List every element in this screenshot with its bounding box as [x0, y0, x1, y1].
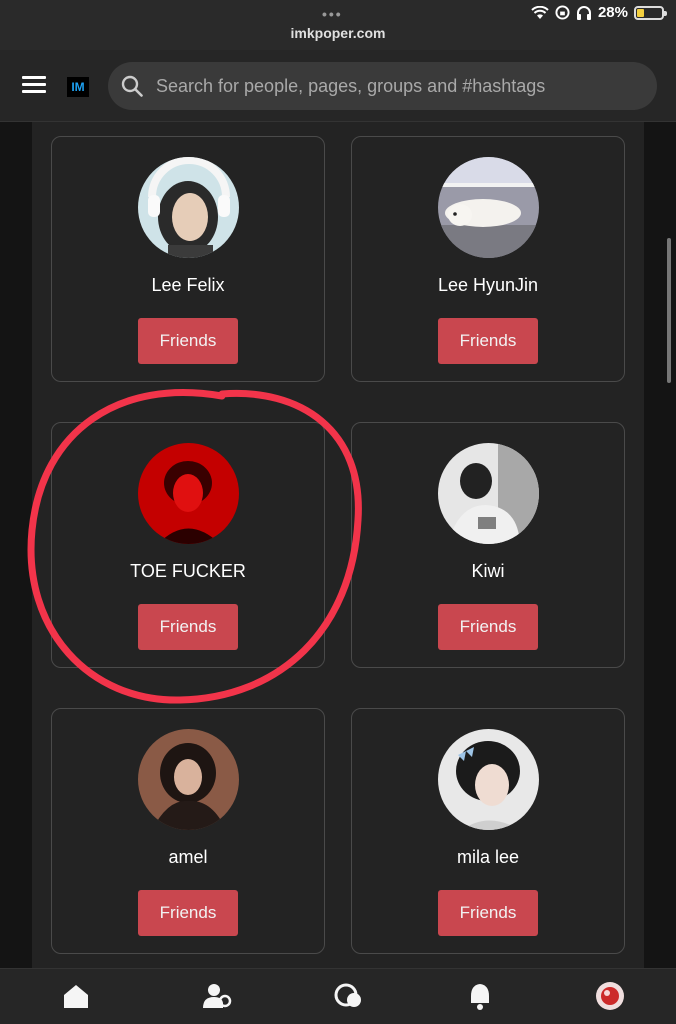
friends-button[interactable]: Friends — [138, 890, 238, 936]
home-icon[interactable] — [61, 981, 91, 1011]
friend-name[interactable]: amel — [52, 847, 324, 868]
friend-name[interactable]: Kiwi — [352, 561, 624, 582]
friend-card: Lee Felix Friends — [51, 136, 325, 382]
left-gutter — [0, 122, 32, 968]
avatar[interactable] — [438, 443, 539, 544]
avatar[interactable] — [438, 157, 539, 258]
battery-percent: 28% — [597, 4, 628, 21]
friend-card: mila lee Friends — [351, 708, 625, 954]
bottom-nav — [0, 968, 676, 1024]
browser-status-bar: ••• imkpoper.com 28% — [0, 0, 676, 50]
battery-icon — [634, 5, 667, 20]
right-gutter — [644, 122, 676, 968]
bell-icon[interactable] — [465, 981, 495, 1011]
search-icon — [121, 75, 143, 97]
friends-button[interactable]: Friends — [438, 604, 538, 650]
friends-button[interactable]: Friends — [138, 604, 238, 650]
headphones-icon — [576, 6, 591, 20]
friend-card: Lee HyunJin Friends — [351, 136, 625, 382]
screen-lock-icon — [555, 5, 570, 20]
profile-avatar[interactable] — [595, 981, 625, 1011]
friend-name[interactable]: Lee HyunJin — [352, 275, 624, 296]
friend-card: TOE FUCKER Friends — [51, 422, 325, 668]
friends-button[interactable]: Friends — [438, 318, 538, 364]
friend-name[interactable]: mila lee — [352, 847, 624, 868]
app-header: IM — [0, 50, 676, 122]
friend-card: amel Friends — [51, 708, 325, 954]
battery-level — [637, 8, 644, 17]
url-label[interactable]: imkpoper.com — [0, 25, 676, 41]
friend-card: Kiwi Friends — [351, 422, 625, 668]
search-input[interactable] — [156, 62, 636, 110]
tab-dots[interactable]: ••• — [322, 6, 343, 22]
friend-name[interactable]: TOE FUCKER — [52, 561, 324, 582]
friends-button[interactable]: Friends — [438, 890, 538, 936]
wifi-icon — [531, 5, 549, 19]
scrollbar[interactable] — [667, 238, 671, 383]
friends-button[interactable]: Friends — [138, 318, 238, 364]
avatar[interactable] — [438, 729, 539, 830]
friend-name[interactable]: Lee Felix — [52, 275, 324, 296]
site-logo[interactable]: IM — [67, 77, 89, 97]
people-icon[interactable] — [202, 981, 232, 1011]
chat-icon[interactable] — [333, 981, 363, 1011]
search-bar[interactable] — [108, 62, 657, 110]
menu-icon[interactable] — [22, 76, 46, 94]
avatar[interactable] — [138, 729, 239, 830]
system-status: 28% — [531, 4, 667, 21]
friends-grid: Lee Felix Friends Lee HyunJin Friends TO… — [32, 122, 644, 968]
avatar[interactable] — [138, 443, 239, 544]
avatar[interactable] — [138, 157, 239, 258]
